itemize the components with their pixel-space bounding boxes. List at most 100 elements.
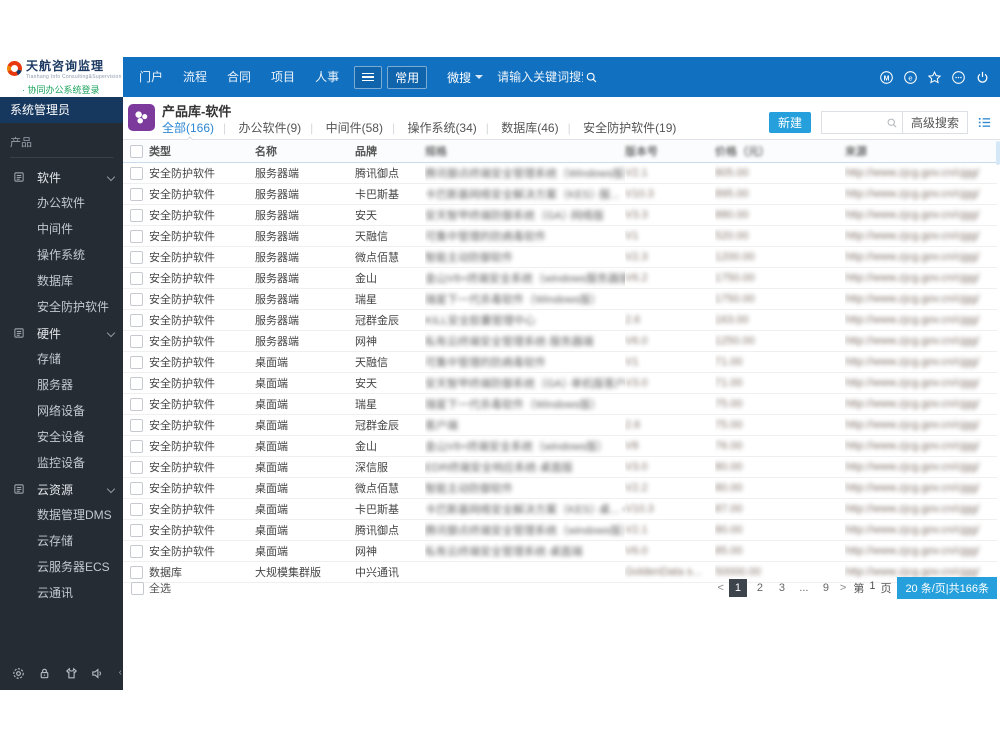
table-row[interactable]: 安全防护软件 服务器端 金山 金山V8+终端安全系统（windows服务器版） …: [123, 267, 997, 289]
settings-gear-icon[interactable]: [11, 666, 26, 681]
sidebar-item[interactable]: 云通讯: [0, 580, 123, 606]
sidebar-item[interactable]: 办公软件: [0, 190, 123, 216]
table-row[interactable]: 安全防护软件 服务器端 瑞星 瑞星下一代杀毒软件（Windows版） 1750.…: [123, 288, 997, 310]
im-m-icon[interactable]: M: [879, 70, 894, 85]
table-row[interactable]: 安全防护软件 服务器端 天融信 可集中管理的防病毒软件 V1 520.00 ht…: [123, 225, 997, 247]
sidebar-item[interactable]: 中间件: [0, 216, 123, 242]
row-checkbox[interactable]: [129, 292, 143, 306]
message-e-icon[interactable]: e: [903, 70, 918, 85]
table-row[interactable]: 安全防护软件 服务器端 安天 安天智甲终端防御系统（GA）·网络版 V3.3 8…: [123, 204, 997, 226]
nav-item[interactable]: 流程: [173, 57, 217, 97]
more-icon[interactable]: [951, 70, 966, 85]
row-checkbox[interactable]: [129, 229, 143, 243]
table-search-input[interactable]: [821, 114, 882, 131]
row-checkbox[interactable]: [129, 544, 143, 558]
table-row[interactable]: 安全防护软件 桌面端 安天 安天智甲终端防御系统（GA）·单机版客户端 V3.0…: [123, 372, 997, 394]
row-checkbox[interactable]: [129, 565, 143, 579]
row-checkbox[interactable]: [129, 439, 143, 453]
table-row[interactable]: 安全防护软件 服务器端 微点佰慧 智能主动防御软件 V2.3 1200.00 h…: [123, 246, 997, 268]
nav-more-menu-button[interactable]: [354, 65, 383, 89]
table-row[interactable]: 安全防护软件 服务器端 网神 私有云终端安全管理系统·服务器端 V6.0 125…: [123, 330, 997, 352]
row-checkbox[interactable]: [129, 334, 143, 348]
table-row[interactable]: 安全防护软件 桌面端 腾讯御点 腾讯御点终端安全管理系统（windows版）/ …: [123, 519, 997, 541]
table-row[interactable]: 安全防护软件 桌面端 微点佰慧 智能主动防御软件 V2.2 80.00 http…: [123, 477, 997, 499]
nav-item[interactable]: 人事: [305, 57, 349, 97]
table-row[interactable]: 安全防护软件 服务器端 卡巴斯基 卡巴斯基网络安全解决方案（KES）·服... …: [123, 183, 997, 205]
row-checkbox[interactable]: [129, 271, 143, 285]
sidebar-item[interactable]: 网络设备: [0, 398, 123, 424]
lock-icon[interactable]: [37, 666, 52, 681]
row-checkbox[interactable]: [129, 523, 143, 537]
row-checkbox[interactable]: [129, 460, 143, 474]
table-row[interactable]: 安全防护软件 桌面端 网神 私有云终端安全管理系统·桌面端 V6.0 85.00…: [123, 540, 997, 562]
table-row[interactable]: 安全防护软件 桌面端 天融信 可集中管理的防病毒软件 V1 71.00 http…: [123, 351, 997, 373]
row-checkbox[interactable]: [129, 397, 143, 411]
nav-item-pinned[interactable]: 常用: [387, 65, 428, 89]
theme-shirt-icon[interactable]: [64, 666, 79, 681]
sidebar-item[interactable]: 云服务器ECS: [0, 554, 123, 580]
row-checkbox[interactable]: [129, 418, 143, 432]
category-tab[interactable]: 全部(166): [162, 119, 214, 136]
search-icon[interactable]: [585, 71, 598, 84]
row-checkbox[interactable]: [129, 250, 143, 264]
table-row[interactable]: 安全防护软件 桌面端 卡巴斯基 卡巴斯基网络安全解决方案（KES）·桌... <…: [123, 498, 997, 520]
category-tab[interactable]: 办公软件(9): [214, 119, 301, 136]
table-row[interactable]: 安全防护软件 桌面端 金山 金山V8+终端安全系统（windows版） V8 7…: [123, 435, 997, 457]
row-checkbox[interactable]: [129, 355, 143, 369]
page-button[interactable]: 9: [817, 579, 835, 597]
page-button[interactable]: ...: [795, 579, 813, 597]
sidebar-item[interactable]: 安全防护软件: [0, 294, 123, 320]
sidebar-item[interactable]: 安全设备: [0, 424, 123, 450]
table-row[interactable]: 安全防护软件 桌面端 冠群金辰 客户端 2.6 75.00 http://www…: [123, 414, 997, 436]
power-icon[interactable]: [975, 70, 990, 85]
advanced-search-button[interactable]: 高级搜索: [901, 112, 967, 133]
sidebar-group-hardware[interactable]: 硬件: [0, 320, 123, 346]
nav-item[interactable]: 合同: [217, 57, 261, 97]
table-row[interactable]: 安全防护软件 桌面端 瑞星 瑞星下一代杀毒软件（Windows版） 75.00 …: [123, 393, 997, 415]
category-tab[interactable]: 中间件(58): [301, 119, 383, 136]
page-size-badge[interactable]: 20 条/页|共166条: [897, 577, 997, 599]
sidebar-item[interactable]: 云存储: [0, 528, 123, 554]
row-checkbox[interactable]: [129, 313, 143, 327]
row-checkbox[interactable]: [129, 187, 143, 201]
table-row[interactable]: 安全防护软件 桌面端 深信服 EDR终端安全响应系统·桌面版 V3.0 80.0…: [123, 456, 997, 478]
table-row[interactable]: 安全防护软件 服务器端 腾讯御点 腾讯御点终端安全管理系统（Windows版） …: [123, 162, 997, 184]
search-input[interactable]: [495, 69, 586, 85]
oa-login-link[interactable]: · 协同办公系统登录: [22, 83, 100, 96]
search-icon[interactable]: [886, 117, 898, 129]
row-checkbox[interactable]: [129, 208, 143, 222]
sidebar-item[interactable]: 操作系统: [0, 242, 123, 268]
sidebar-item[interactable]: 数据库: [0, 268, 123, 294]
category-tab[interactable]: 操作系统(34): [383, 119, 476, 136]
header-checkbox[interactable]: [129, 144, 143, 158]
sidebar-item[interactable]: 服务器: [0, 372, 123, 398]
sidebar-item[interactable]: 数据管理DMS: [0, 502, 123, 528]
nav-item[interactable]: 门户: [129, 57, 173, 97]
row-checkbox[interactable]: [129, 166, 143, 180]
sidebar-item[interactable]: 存储: [0, 346, 123, 372]
table-row[interactable]: 安全防护软件 服务器端 冠群金辰 KILL安全胶囊管理中心 2.6 163.00…: [123, 309, 997, 331]
row-checkbox[interactable]: [129, 502, 143, 516]
row-checkbox[interactable]: [129, 481, 143, 495]
next-page-button[interactable]: >: [840, 582, 846, 594]
collapse-icon[interactable]: ‹: [119, 667, 122, 678]
prev-page-button[interactable]: <: [717, 582, 723, 594]
current-page-number[interactable]: 1: [869, 580, 875, 596]
page-button[interactable]: 3: [773, 579, 791, 597]
sidebar-item[interactable]: 监控设备: [0, 450, 123, 476]
sidebar-group-cloud[interactable]: 云资源: [0, 476, 123, 502]
new-button[interactable]: 新建: [768, 112, 811, 133]
favorite-star-icon[interactable]: [927, 70, 942, 85]
category-tab[interactable]: 安全防护软件(19): [559, 119, 676, 136]
page-button[interactable]: 1: [728, 579, 747, 597]
row-checkbox[interactable]: [129, 376, 143, 390]
page-button[interactable]: 2: [751, 579, 769, 597]
sound-speaker-icon[interactable]: [90, 666, 105, 681]
nav-item[interactable]: 项目: [261, 57, 305, 97]
scrollbar-thumb[interactable]: [996, 141, 1000, 165]
search-scope-dropdown[interactable]: 微搜: [447, 69, 484, 86]
sidebar-group-software[interactable]: 软件: [0, 164, 123, 190]
list-view-icon[interactable]: [977, 115, 992, 130]
category-tab[interactable]: 数据库(46): [477, 119, 558, 136]
select-all-checkbox[interactable]: [131, 581, 144, 595]
